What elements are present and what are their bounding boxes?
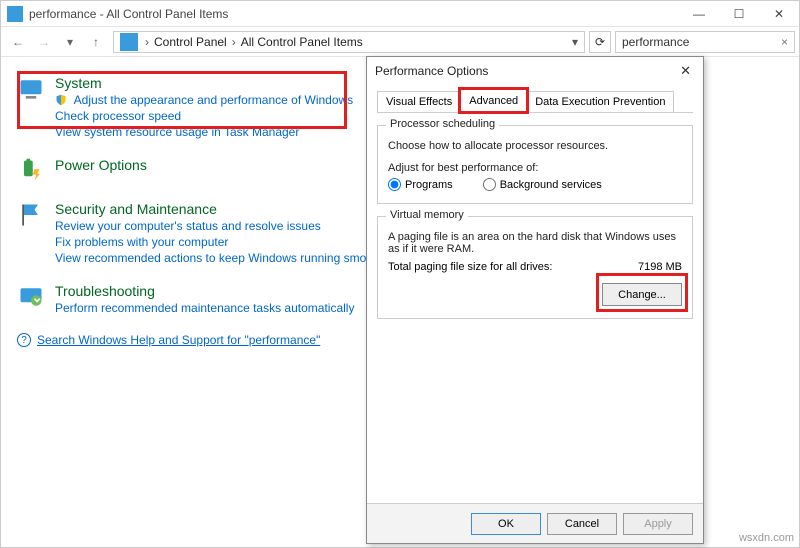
vm-total-value: 7198 MB (638, 261, 682, 273)
dialog-body: Visual Effects Advanced Data Execution P… (367, 85, 703, 503)
watermark: wsxdn.com (739, 532, 794, 544)
dialog-close-button[interactable]: ✕ (676, 63, 695, 79)
maximize-button[interactable]: ☐ (719, 1, 759, 27)
refresh-button[interactable]: ⟳ (589, 31, 611, 53)
tab-advanced[interactable]: Advanced (460, 89, 527, 112)
recent-button[interactable]: ▾ (59, 31, 81, 53)
category-heading[interactable]: Power Options (55, 157, 147, 173)
group-processor-scheduling: Processor scheduling Choose how to alloc… (377, 125, 693, 204)
breadcrumb-sep: › (229, 35, 239, 49)
radio-background-input[interactable] (483, 178, 496, 191)
breadcrumb-sep: › (142, 35, 152, 49)
troubleshoot-icon (17, 283, 45, 311)
info-icon: ? (17, 333, 31, 347)
performance-options-dialog: Performance Options ✕ Visual Effects Adv… (366, 56, 704, 544)
minimize-button[interactable]: — (679, 1, 719, 27)
help-link-text[interactable]: Search Windows Help and Support for "per… (37, 333, 320, 347)
proc-desc: Choose how to allocate processor resourc… (388, 140, 682, 152)
navbar: ← → ▾ ↑ › Control Panel › All Control Pa… (1, 27, 799, 57)
ok-button[interactable]: OK (471, 513, 541, 535)
tab-dep[interactable]: Data Execution Prevention (526, 91, 674, 112)
dialog-footer: OK Cancel Apply (367, 503, 703, 543)
change-button[interactable]: Change... (602, 283, 682, 306)
apply-button[interactable]: Apply (623, 513, 693, 535)
cancel-button[interactable]: Cancel (547, 513, 617, 535)
app-icon (7, 6, 23, 22)
dialog-title: Performance Options (375, 64, 488, 78)
category-heading[interactable]: Security and Maintenance (55, 201, 392, 217)
close-button[interactable]: ✕ (759, 1, 799, 27)
tab-visual-effects[interactable]: Visual Effects (377, 91, 461, 112)
titlebar: performance - All Control Panel Items — … (1, 1, 799, 27)
annotation-box-system (17, 71, 347, 129)
breadcrumb-root[interactable]: Control Panel (152, 35, 229, 49)
back-button[interactable]: ← (7, 31, 29, 53)
proc-adjust-label: Adjust for best performance of: (388, 162, 682, 174)
dialog-titlebar: Performance Options ✕ (367, 57, 703, 85)
group-legend: Virtual memory (386, 209, 468, 221)
group-virtual-memory: Virtual memory A paging file is an area … (377, 216, 693, 319)
breadcrumb-current[interactable]: All Control Panel Items (239, 35, 365, 49)
up-button[interactable]: ↑ (85, 31, 107, 53)
addr-dropdown[interactable]: ▾ (568, 35, 582, 49)
radio-programs-input[interactable] (388, 178, 401, 191)
vm-total-label: Total paging file size for all drives: (388, 261, 552, 273)
group-legend: Processor scheduling (386, 118, 499, 130)
address-bar[interactable]: › Control Panel › All Control Panel Item… (113, 31, 585, 53)
radio-programs[interactable]: Programs (388, 178, 453, 191)
flag-icon (17, 201, 45, 229)
forward-button[interactable]: → (33, 31, 55, 53)
clear-search-button[interactable]: × (779, 35, 790, 49)
location-icon (120, 33, 138, 51)
window-title: performance - All Control Panel Items (29, 7, 679, 21)
vm-desc: A paging file is an area on the hard dis… (388, 231, 682, 255)
link-fix-problems[interactable]: Fix problems with your computer (55, 235, 392, 249)
search-input[interactable] (620, 34, 779, 50)
category-heading[interactable]: Troubleshooting (55, 283, 354, 299)
search-box[interactable]: × (615, 31, 795, 53)
annotation-box-change: Change... (602, 283, 682, 306)
link-maintenance-tasks[interactable]: Perform recommended maintenance tasks au… (55, 301, 354, 315)
dialog-tabs: Visual Effects Advanced Data Execution P… (377, 91, 693, 113)
power-icon (17, 157, 45, 185)
link-recommended-actions[interactable]: View recommended actions to keep Windows… (55, 251, 392, 265)
link-review-status[interactable]: Review your computer's status and resolv… (55, 219, 392, 233)
radio-background[interactable]: Background services (483, 178, 602, 191)
